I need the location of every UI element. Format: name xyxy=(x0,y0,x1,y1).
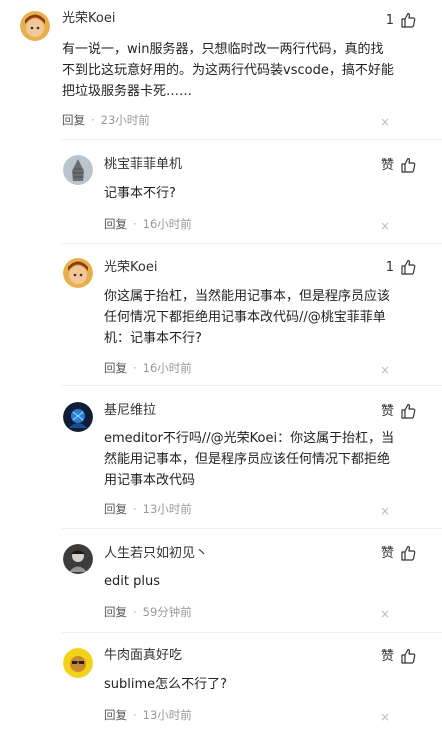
close-icon[interactable]: × xyxy=(380,503,390,519)
comment-item: 光荣Koei 1 有一说一，win服务器，只想临时改一两行代码，真的找不到比这玩… xyxy=(0,0,442,140)
timestamp: 13小时前 xyxy=(142,502,192,516)
username[interactable]: 牛肉面真好吃 xyxy=(104,647,182,665)
username[interactable]: 桃宝菲菲单机 xyxy=(104,156,182,174)
meta-separator: · xyxy=(133,361,137,375)
avatar[interactable] xyxy=(63,155,93,185)
like-count: 1 xyxy=(385,260,394,275)
meta-separator: · xyxy=(133,217,137,231)
reply-button[interactable]: 回复 xyxy=(104,217,127,231)
reply-button[interactable]: 回复 xyxy=(104,708,127,722)
reply-button[interactable]: 回复 xyxy=(104,361,127,375)
timestamp: 16小时前 xyxy=(142,217,192,231)
reply-button[interactable]: 回复 xyxy=(62,113,85,127)
close-icon[interactable]: × xyxy=(380,114,390,130)
thumb-up-icon[interactable] xyxy=(400,259,416,275)
timestamp: 13小时前 xyxy=(142,708,192,722)
thumb-up-icon[interactable] xyxy=(400,648,416,664)
meta-separator: · xyxy=(133,605,137,619)
reply-item: 光荣Koei 1 你这属于抬杠，当然能用记事本，但是程序员应该任何情况下都拒绝用… xyxy=(0,244,442,385)
meta-separator: · xyxy=(133,708,137,722)
reply-item: 基尼维拉 赞 emeditor不行吗//@光荣Koei：你这属于抬杠，当然能用记… xyxy=(0,386,442,528)
comment-meta: 回复 · 13小时前 xyxy=(104,707,192,723)
comment-meta: 回复 · 16小时前 xyxy=(104,216,192,232)
thumb-up-icon[interactable] xyxy=(400,403,416,419)
reply-item: 人生若只如初见丶 赞 edit plus 回复 · 59分钟前 × xyxy=(0,529,442,632)
avatar[interactable] xyxy=(63,648,93,678)
comment-meta: 回复 · 16小时前 xyxy=(104,360,192,376)
reply-button[interactable]: 回复 xyxy=(104,502,127,516)
timestamp: 23小时前 xyxy=(100,113,150,127)
comment-meta: 回复 · 13小时前 xyxy=(104,501,192,517)
comment-text: emeditor不行吗//@光荣Koei：你这属于抬杠，当然能用记事本，但是程序… xyxy=(104,431,395,488)
username[interactable]: 基尼维拉 xyxy=(104,402,156,420)
comment-text: edit plus xyxy=(104,574,160,589)
username[interactable]: 光荣Koei xyxy=(104,259,157,277)
close-icon[interactable]: × xyxy=(380,362,390,378)
comment-text: 记事本不行? xyxy=(104,186,176,201)
close-icon[interactable]: × xyxy=(380,606,390,622)
reply-item: 牛肉面真好吃 赞 sublime怎么不行了? 回复 · 13小时前 × xyxy=(0,633,442,743)
close-icon[interactable]: × xyxy=(380,709,390,725)
comment-text: 你这属于抬杠，当然能用记事本，但是程序员应该任何情况下都拒绝用记事本改代码//@… xyxy=(104,289,391,346)
meta-separator: · xyxy=(91,113,95,127)
avatar[interactable] xyxy=(20,11,50,41)
comment-meta: 回复 · 23小时前 xyxy=(62,112,150,128)
avatar[interactable] xyxy=(63,258,93,288)
username[interactable]: 人生若只如初见丶 xyxy=(104,545,208,563)
close-icon[interactable]: × xyxy=(380,218,390,234)
like-count: 赞 xyxy=(380,546,394,561)
thumb-up-icon[interactable] xyxy=(400,157,416,173)
like-count: 赞 xyxy=(380,404,394,419)
timestamp: 59分钟前 xyxy=(142,605,192,619)
thumb-up-icon[interactable] xyxy=(400,12,416,28)
comment-meta: 回复 · 59分钟前 xyxy=(104,604,192,620)
reply-button[interactable]: 回复 xyxy=(104,605,127,619)
avatar[interactable] xyxy=(63,544,93,574)
comment-text: sublime怎么不行了? xyxy=(104,677,228,692)
like-count: 1 xyxy=(385,13,394,28)
reply-item: 桃宝菲菲单机 赞 记事本不行? 回复 · 16小时前 × xyxy=(0,140,442,243)
timestamp: 16小时前 xyxy=(142,361,192,375)
like-count: 赞 xyxy=(380,649,394,664)
meta-separator: · xyxy=(133,502,137,516)
username[interactable]: 光荣Koei xyxy=(62,10,115,28)
thumb-up-icon[interactable] xyxy=(400,545,416,561)
comment-text: 有一说一，win服务器，只想临时改一两行代码，真的找不到比这玩意好用的。为这两行… xyxy=(62,42,394,99)
like-count: 赞 xyxy=(380,158,394,173)
avatar[interactable] xyxy=(63,402,93,432)
